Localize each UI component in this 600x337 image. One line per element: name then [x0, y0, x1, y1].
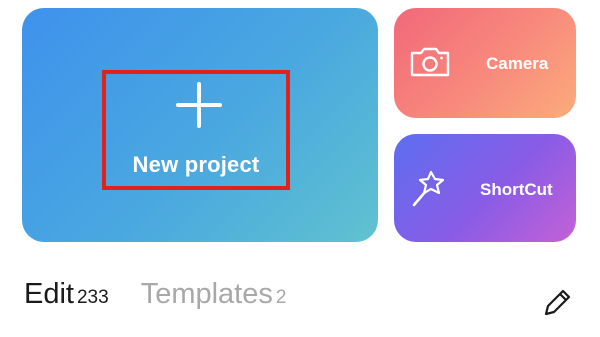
highlight-box — [102, 70, 290, 190]
shortcut-label: ShortCut — [480, 180, 553, 199]
magic-wand-icon — [412, 170, 445, 207]
tab-templates-count: 2 — [275, 287, 287, 308]
project-tabs: Edit 233 Templates 2 — [24, 280, 318, 324]
home-screen: New project Camera ShortCut Edit 233 Tem… — [0, 0, 600, 337]
tab-templates[interactable]: Templates 2 — [141, 280, 287, 309]
new-project-card[interactable]: New project — [22, 8, 378, 242]
camera-icon — [410, 47, 450, 77]
tab-edit-label: Edit — [24, 278, 74, 310]
tab-edit-count: 233 — [76, 287, 109, 308]
tab-templates-label: Templates — [140, 278, 273, 310]
shortcut-card[interactable]: ShortCut — [394, 134, 576, 242]
camera-card[interactable]: Camera — [394, 8, 576, 118]
pencil-icon[interactable] — [540, 286, 574, 320]
camera-label: Camera — [486, 54, 549, 73]
tab-edit[interactable]: Edit 233 — [24, 280, 109, 309]
